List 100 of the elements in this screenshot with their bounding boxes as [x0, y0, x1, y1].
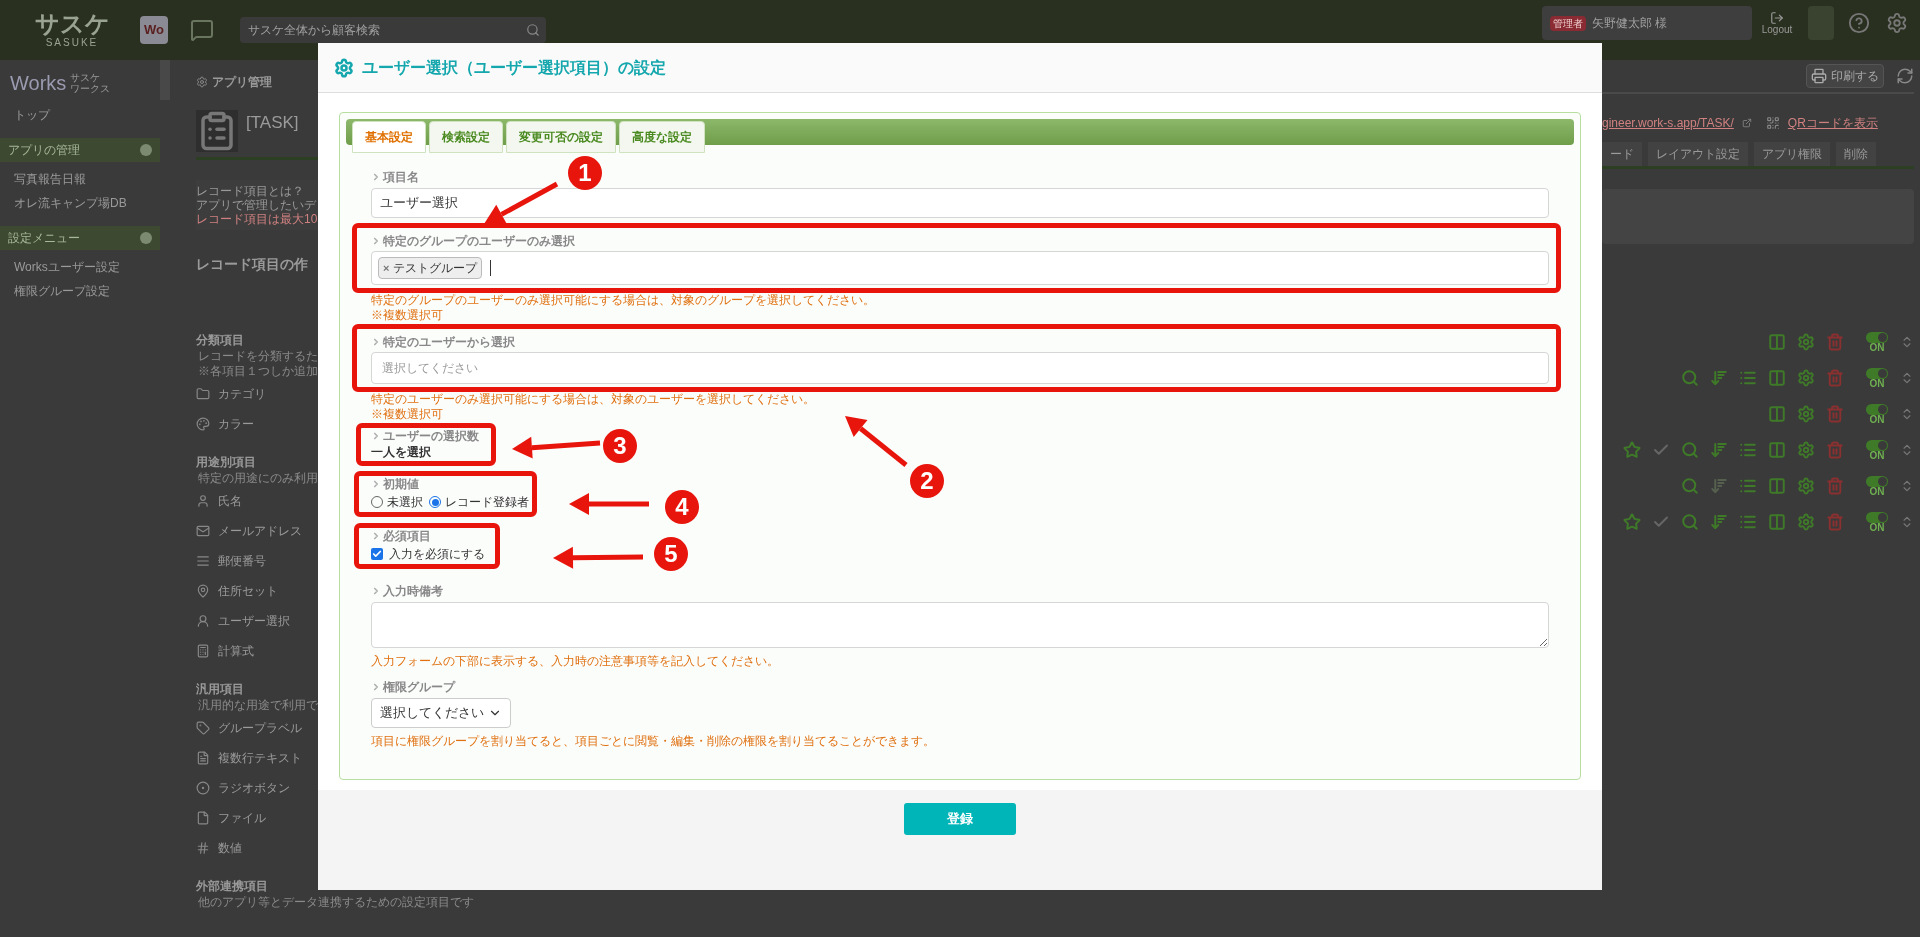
list-icon[interactable] [1739, 477, 1757, 495]
table-icon[interactable] [1768, 441, 1786, 459]
tab[interactable]: 検索設定 [429, 121, 503, 153]
table-icon[interactable] [1768, 513, 1786, 531]
search-icon[interactable] [1681, 477, 1699, 495]
toggle-switch[interactable] [1866, 511, 1888, 523]
sidebar-section-header[interactable]: 設定メニュー [0, 226, 160, 250]
field-type-item[interactable]: ユーザー選択 [196, 606, 290, 636]
toggle-switch[interactable] [1866, 439, 1888, 451]
field-type-item[interactable]: 数値 [196, 833, 242, 863]
app-url-link[interactable]: gineer.work-s.app/TASK/ [1602, 114, 1734, 132]
toggle-switch[interactable] [1866, 331, 1888, 343]
settings-icon[interactable] [1797, 441, 1815, 459]
page-tab[interactable]: アプリ権限 [1754, 142, 1830, 166]
sidebar-link[interactable]: 写真報告日報 [14, 170, 154, 188]
search-icon[interactable] [1681, 513, 1699, 531]
tag-chip[interactable]: × テストグループ [378, 257, 483, 279]
sidebar-section-header[interactable]: アプリの管理 [0, 138, 160, 162]
field-type-item[interactable]: グループラベル [196, 713, 302, 743]
qr-code-icon [1765, 116, 1780, 130]
toggle-label: ON [1869, 378, 1885, 389]
settings-icon[interactable] [1797, 513, 1815, 531]
sidebar-link[interactable]: 権限グループ設定 [14, 282, 154, 300]
settings-icon[interactable] [1797, 333, 1815, 351]
field-type-item[interactable]: ファイル [196, 803, 266, 833]
checkbox[interactable] [371, 548, 383, 560]
collapse-handle[interactable] [160, 60, 170, 100]
logo-subtitle: サスケ [70, 72, 102, 83]
list-icon[interactable] [1739, 513, 1757, 531]
folder-icon [196, 387, 210, 401]
settings-icon[interactable] [1797, 405, 1815, 423]
toggle-switch[interactable] [1866, 475, 1888, 487]
field-type-item[interactable]: メールアドレス [196, 516, 302, 546]
field-type-item[interactable]: 複数行テキスト [196, 743, 302, 773]
sort-icon[interactable] [1710, 441, 1728, 459]
sidebar-link[interactable]: オレ流キャンプ場DB [14, 194, 154, 212]
trash-icon[interactable] [1826, 333, 1844, 351]
list-icon[interactable] [1739, 369, 1757, 387]
logout-button[interactable]: Logout [1756, 6, 1798, 40]
sort-icon[interactable] [1710, 513, 1728, 531]
field-type-item[interactable]: カテゴリ [196, 379, 266, 409]
app-switcher[interactable]: Wo [140, 16, 168, 44]
list-icon[interactable] [1739, 441, 1757, 459]
field-label: 項目名 [383, 170, 419, 183]
star-icon[interactable] [1623, 441, 1641, 459]
toggle-switch[interactable] [1866, 403, 1888, 415]
table-icon[interactable] [1768, 405, 1786, 423]
window-icon[interactable] [1741, 118, 1752, 128]
print-button[interactable]: 印刷する [1806, 64, 1884, 88]
table-icon[interactable] [1768, 477, 1786, 495]
settings-icon[interactable] [1797, 369, 1815, 387]
trash-icon[interactable] [1826, 369, 1844, 387]
text-field[interactable]: ユーザー選択 [371, 188, 1549, 218]
trash-icon[interactable] [1826, 405, 1844, 423]
sort-icon[interactable] [1710, 369, 1728, 387]
trash-icon[interactable] [1826, 441, 1844, 459]
field-type-item[interactable]: カラー [196, 409, 254, 439]
trash-icon[interactable] [1826, 513, 1844, 531]
settings-icon[interactable] [1797, 477, 1815, 495]
tab[interactable]: 基本設定 [352, 121, 426, 153]
select-dropdown[interactable]: 選択してください [371, 698, 511, 728]
tag-input-field[interactable]: × テストグループ [371, 251, 1549, 285]
search-icon[interactable] [526, 23, 540, 37]
field-type-item[interactable]: ラジオボタン [196, 773, 290, 803]
select-field[interactable]: 選択してください [371, 352, 1549, 384]
trash-icon[interactable] [1826, 477, 1844, 495]
logo[interactable]: サスケ [34, 12, 110, 36]
field-type-item[interactable]: 計算式 [196, 636, 254, 666]
hint-text: 入力フォームの下部に表示する、入力時の注意事項等を記入してください。 [371, 654, 779, 669]
field-type-item[interactable]: 氏名 [196, 486, 242, 516]
settings-icon[interactable] [1886, 12, 1908, 34]
tab[interactable]: 高度な設定 [619, 121, 705, 153]
refresh-icon[interactable] [1896, 67, 1914, 85]
submit-button[interactable]: 登録 [904, 803, 1016, 835]
help-icon[interactable] [1848, 12, 1870, 34]
chevron-icon [371, 585, 381, 596]
tab[interactable]: 変更可否の設定 [506, 121, 616, 153]
group-note: 汎用的な用途で利用で [197, 698, 318, 713]
table-icon[interactable] [1768, 369, 1786, 387]
search-icon[interactable] [1681, 441, 1699, 459]
qr-code-link[interactable]: QRコードを表示 [1787, 114, 1878, 132]
textarea-field[interactable] [371, 602, 1549, 648]
sidebar-link[interactable]: Worksユーザー設定 [14, 258, 154, 276]
page-tab[interactable]: 削除 [1836, 142, 1876, 166]
toggle-switch[interactable] [1866, 367, 1888, 379]
page-tab[interactable]: ード [1602, 142, 1642, 166]
page-tab[interactable]: レイアウト設定 [1648, 142, 1748, 166]
field-type-item[interactable]: 住所セット [196, 576, 278, 606]
field-type-item[interactable]: 郵便番号 [196, 546, 266, 576]
group-note: 他のアプリ等とデータ連携するための設定項目です [197, 895, 474, 910]
chat-icon[interactable] [190, 18, 214, 42]
works-logo[interactable]: Works [10, 68, 67, 98]
sidebar-link[interactable]: トップ [0, 106, 160, 124]
table-icon[interactable] [1768, 333, 1786, 351]
search-field[interactable]: サスケ全体から顧客検索 [240, 17, 546, 43]
sort-icon[interactable] [1710, 477, 1728, 495]
star-icon[interactable] [1623, 513, 1641, 531]
arrow [845, 416, 908, 467]
search-icon[interactable] [1681, 369, 1699, 387]
group-title: 外部連携項目 [196, 878, 268, 895]
